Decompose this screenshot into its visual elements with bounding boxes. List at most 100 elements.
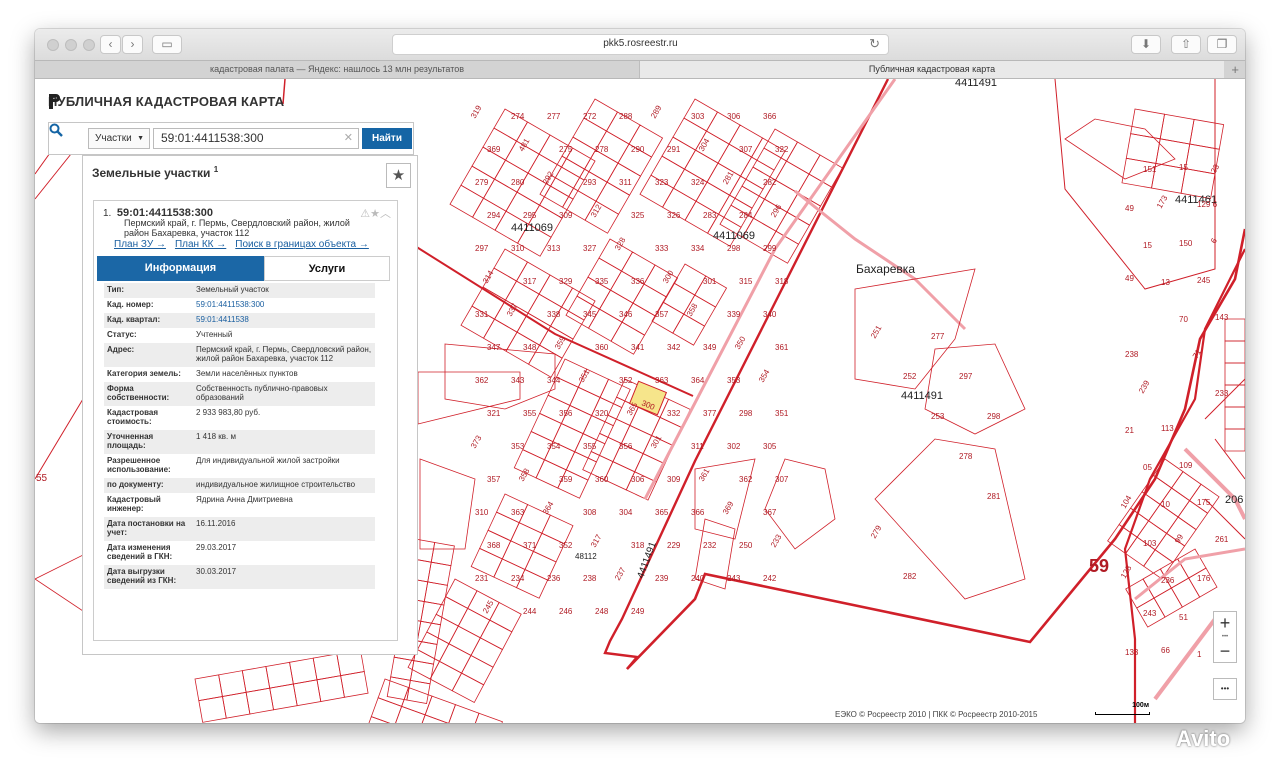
parcel-outline[interactable] — [774, 160, 810, 194]
app-brand[interactable]: ПУБЛИЧНАЯ КАДАСТРОВАЯ КАРТА — [48, 94, 284, 109]
parcel-outline[interactable] — [599, 414, 631, 445]
parcel-outline[interactable] — [461, 654, 494, 686]
parcel-outline[interactable] — [729, 175, 764, 209]
parcel-outline[interactable] — [438, 643, 472, 674]
parcel-outline[interactable] — [584, 200, 620, 234]
parcel-outline[interactable] — [1224, 340, 1245, 364]
parcel-outline[interactable] — [221, 691, 251, 719]
parcel-outline[interactable] — [785, 141, 821, 175]
parcel-outline[interactable] — [316, 675, 345, 702]
favorite-icon[interactable]: ★ — [370, 208, 380, 220]
parcel-outline[interactable] — [416, 631, 450, 662]
more-options-button[interactable]: ••• — [1213, 678, 1237, 700]
parcel-outline[interactable] — [479, 619, 513, 651]
parcel-outline[interactable] — [672, 313, 706, 346]
search-button[interactable]: Найти — [362, 128, 412, 149]
parcel-outline[interactable] — [245, 687, 275, 715]
parcel-outline[interactable] — [427, 561, 452, 586]
parcel-outline[interactable] — [386, 676, 411, 701]
parcel-outline[interactable] — [451, 672, 485, 704]
parcel-outline[interactable] — [582, 415, 614, 445]
warning-icon[interactable]: ⚠ — [360, 208, 370, 220]
parcel-outline[interactable] — [1130, 491, 1161, 522]
cadastral-map[interactable]: 4411069 4411069 4411491 4411491 4411491 44114… — [35, 79, 1245, 723]
parcel-outline[interactable] — [1224, 428, 1245, 452]
parcel-outline[interactable] — [673, 263, 707, 296]
parcel-outline[interactable] — [449, 184, 485, 218]
zoom-in-button[interactable]: + — [1214, 612, 1236, 634]
parcel-outline[interactable] — [401, 687, 433, 716]
tab-services[interactable]: Услуги — [264, 256, 390, 281]
parcel-outline[interactable] — [417, 371, 521, 425]
share-icon[interactable]: ⇧ — [1171, 35, 1201, 54]
parcel-outline[interactable] — [550, 155, 586, 189]
parcel-outline[interactable] — [292, 679, 322, 707]
tab-information[interactable]: Информация — [97, 256, 264, 281]
attribute-value[interactable]: 59:01:4411538 — [193, 313, 375, 328]
parcel-outline[interactable] — [377, 678, 410, 707]
parcel-outline[interactable] — [550, 166, 585, 200]
parcel-outline[interactable] — [194, 674, 223, 702]
parcel-outline[interactable] — [609, 270, 645, 304]
parcel-outline[interactable] — [444, 343, 556, 410]
parcel-outline[interactable] — [448, 625, 481, 656]
parcel-outline[interactable] — [472, 712, 503, 723]
favorite-star-icon[interactable]: ★ — [386, 163, 411, 188]
parcel-outline[interactable] — [424, 695, 456, 723]
parcel-outline[interactable] — [493, 159, 529, 193]
collapse-icon[interactable]: ︿ — [380, 208, 391, 220]
parcel-outline[interactable] — [418, 714, 449, 723]
parcel-outline[interactable] — [1224, 406, 1245, 430]
reload-icon[interactable]: ↻ — [869, 36, 880, 52]
zoom-window-button[interactable] — [83, 39, 95, 51]
parcel-outline[interactable] — [364, 716, 394, 723]
parcel-outline[interactable] — [541, 514, 574, 545]
search-in-bounds-link[interactable]: Поиск в границах объекта → — [235, 239, 369, 250]
forward-icon[interactable]: › — [122, 35, 143, 54]
parcel-outline[interactable] — [1170, 471, 1202, 502]
close-window-button[interactable] — [47, 39, 59, 51]
parcel-outline[interactable] — [448, 704, 480, 723]
parcel-outline[interactable] — [218, 670, 247, 697]
parcel-outline[interactable] — [198, 696, 227, 723]
parcel-outline[interactable] — [265, 661, 294, 689]
parcel-outline[interactable] — [1224, 318, 1245, 342]
clear-icon[interactable]: ✕ — [344, 129, 353, 148]
search-type-select[interactable]: Участки ▼ — [88, 128, 150, 149]
parcel-outline[interactable] — [621, 302, 657, 336]
tab-cadastral-map[interactable]: Публичная кадастровая карта — [640, 61, 1224, 78]
parcel-outline[interactable] — [340, 671, 369, 698]
new-tab-icon[interactable]: + — [1231, 61, 1239, 78]
address-bar[interactable]: pkk5.rosreestr.ru ↻ — [392, 34, 889, 55]
zoom-out-button[interactable]: − — [1214, 640, 1236, 662]
downloads-icon[interactable]: ⬇ — [1131, 35, 1161, 54]
sidebar-icon[interactable]: ▭ — [152, 35, 182, 54]
parcel-outline[interactable] — [419, 458, 476, 550]
tabs-overview-icon[interactable]: ❐ — [1207, 35, 1237, 54]
attribute-value[interactable]: 59:01:4411538:300 — [193, 298, 375, 313]
parcel-outline[interactable] — [241, 666, 271, 693]
search-icon[interactable] — [49, 123, 63, 137]
parcel-outline[interactable] — [470, 637, 503, 668]
parcel-outline[interactable] — [395, 705, 426, 723]
parcel-outline[interactable] — [751, 137, 786, 171]
search-input[interactable]: 59:01:4411538:300 ✕ — [153, 128, 359, 149]
parcel-outline[interactable] — [426, 613, 459, 645]
parcel-outline[interactable] — [445, 578, 478, 609]
parcel-outline[interactable] — [470, 547, 503, 578]
parcel-outline[interactable] — [312, 653, 342, 681]
parcel-outline[interactable] — [409, 660, 435, 685]
parcel-outline[interactable] — [489, 601, 522, 633]
plan-kk-link[interactable]: План КК → — [175, 239, 226, 250]
parcel-outline[interactable] — [289, 657, 318, 685]
parcel-outline[interactable] — [406, 679, 431, 704]
parcel-outline[interactable] — [1170, 577, 1201, 608]
parcel-outline[interactable] — [430, 542, 455, 567]
minimize-window-button[interactable] — [65, 39, 77, 51]
back-icon[interactable]: ‹ — [100, 35, 121, 54]
parcel-outline[interactable] — [269, 683, 298, 711]
tab-yandex[interactable]: кадастровая палата — Яндекс: нашлось 13 … — [35, 61, 640, 78]
plan-zu-link[interactable]: План ЗУ → — [114, 239, 166, 250]
parcel-outline[interactable] — [429, 660, 463, 692]
parcel-outline[interactable] — [423, 581, 448, 606]
